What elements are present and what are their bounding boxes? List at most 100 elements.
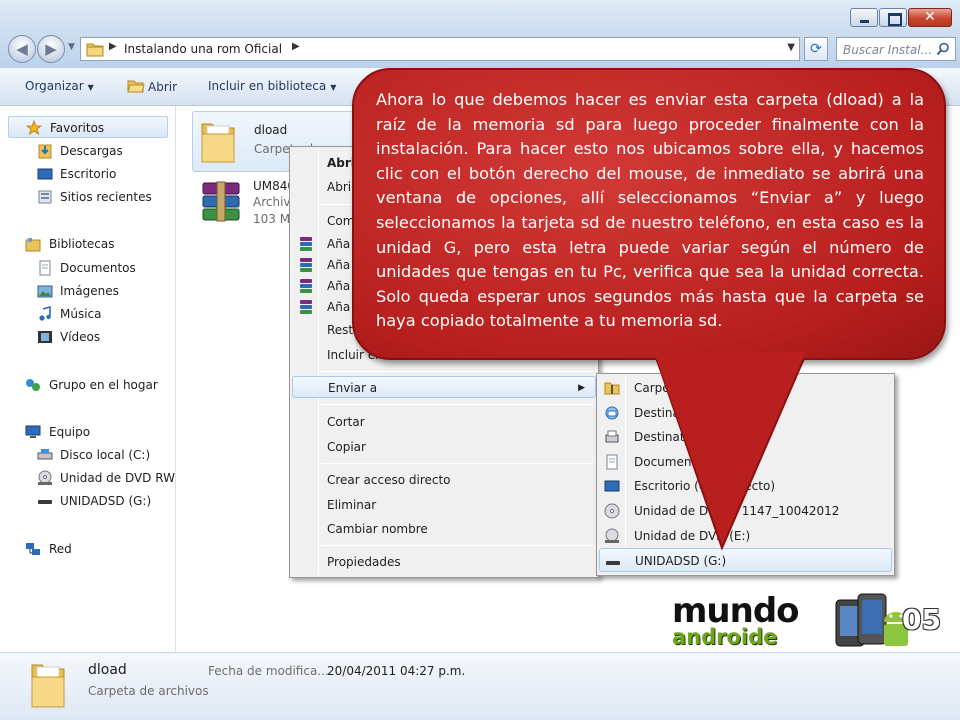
send-to-documents[interactable]: Documentos	[599, 450, 892, 474]
minimize-button[interactable]	[850, 8, 878, 27]
nav-dvd-drive[interactable]: Unidad de DVD RW (	[0, 467, 183, 489]
caption-buttons: ✕	[849, 8, 952, 27]
menu-item-send-to[interactable]: Enviar a ▶	[292, 376, 596, 398]
downloads-icon	[38, 144, 52, 159]
organize-menu[interactable]: Organizar ▼	[25, 79, 94, 93]
search-icon[interactable]	[936, 42, 950, 56]
nav-label: Documentos	[60, 261, 136, 275]
details-modified-value: 20/04/2011 04:27 p.m.	[327, 664, 466, 678]
send-to-mail-recipient[interactable]: Destinatario	[599, 401, 892, 425]
send-to-submenu: Carpeta co Destinatario Destinatario d D…	[596, 373, 895, 576]
menu-item-copy[interactable]: Copiar	[292, 436, 596, 458]
menu-item-label: Aña	[327, 279, 351, 293]
search-input[interactable]: Buscar Instal...	[836, 37, 956, 61]
open-label: Abrir	[148, 80, 178, 94]
menu-item-label: Documentos	[634, 455, 710, 469]
menu-item-label: Unidad de DVD (E:)	[634, 529, 751, 543]
folder-icon	[31, 664, 65, 708]
menu-item-cut[interactable]: Cortar	[292, 411, 596, 433]
nav-recent[interactable]: Sitios recientes	[0, 186, 176, 208]
documents-icon	[606, 454, 618, 470]
images-icon	[37, 285, 53, 298]
nav-label: Equipo	[49, 425, 91, 439]
close-button[interactable]: ✕	[908, 8, 952, 27]
menu-item-label: Aña	[327, 237, 351, 251]
nav-label: Sitios recientes	[60, 190, 152, 204]
address-dropdown-icon[interactable]: ▼	[787, 42, 795, 53]
send-to-desktop-shortcut[interactable]: Escritorio (crea directo)	[599, 474, 892, 498]
chevron-down-icon: ▼	[330, 83, 337, 92]
menu-item-label: Carpeta co	[634, 381, 700, 395]
recent-pages-dropdown[interactable]: ▼	[68, 42, 75, 52]
include-label: Incluir en biblioteca	[208, 79, 327, 93]
menu-item-label: Copiar	[327, 440, 366, 454]
winrar-icon	[299, 279, 313, 293]
nav-label: Red	[49, 542, 72, 556]
menu-item-label: Enviar a	[328, 381, 378, 395]
nav-documents[interactable]: Documentos	[0, 257, 176, 279]
nav-downloads[interactable]: Descargas	[0, 140, 176, 162]
instruction-callout: Ahora lo que debemos hacer es enviar est…	[352, 68, 946, 360]
menu-item-rename[interactable]: Cambiar nombre	[292, 518, 596, 540]
breadcrumb-separator-icon[interactable]: ▶	[292, 41, 300, 52]
send-to-dvd-drive-d[interactable]: Unidad de DVD :) 1147_10042012	[599, 499, 892, 523]
mail-icon	[605, 406, 619, 420]
address-bar[interactable]: ▶ Instalando una rom Oficial ▶ ▼	[80, 37, 800, 61]
dvd-disc-icon	[604, 503, 620, 519]
nav-images[interactable]: Imágenes	[0, 280, 176, 302]
nav-label: Descargas	[60, 144, 123, 158]
menu-item-label: Com	[327, 214, 355, 228]
include-library-menu[interactable]: Incluir en biblioteca ▼	[208, 79, 336, 93]
nav-label: Grupo en el hogar	[49, 378, 158, 392]
file-type: Archiv	[253, 195, 291, 209]
callout-text: Ahora lo que debemos hacer es enviar est…	[376, 90, 924, 331]
nav-computer[interactable]: Equipo	[0, 421, 176, 443]
send-to-compressed-folder[interactable]: Carpeta co	[599, 376, 892, 400]
nav-libraries[interactable]: Bibliotecas	[0, 233, 176, 255]
open-button[interactable]: Abrir	[127, 79, 177, 94]
menu-item-properties[interactable]: Propiedades	[292, 551, 596, 573]
refresh-button[interactable]: ⟳	[804, 37, 828, 61]
maximize-button[interactable]	[879, 8, 907, 27]
send-to-sd-drive[interactable]: UNIDADSD (G:)	[599, 548, 892, 572]
details-pane: dload Carpeta de archivos Fecha de modif…	[0, 652, 960, 720]
back-button[interactable]: ◀	[8, 35, 36, 63]
menu-item-delete[interactable]: Eliminar	[292, 494, 596, 516]
winrar-archive-icon	[202, 181, 240, 222]
logo-subtext: androide	[672, 625, 778, 649]
phones-android-logo	[835, 593, 908, 647]
folder-icon	[201, 123, 235, 163]
file-size: 103 M	[253, 212, 291, 226]
nav-videos[interactable]: Vídeos	[0, 326, 176, 348]
menu-item-label: Escritorio (crea directo)	[634, 479, 775, 493]
nav-label: Disco local (C:)	[60, 448, 151, 462]
details-item-type: Carpeta de archivos	[88, 684, 209, 698]
folder-open-icon	[127, 80, 145, 93]
documents-icon	[39, 260, 51, 276]
navigation-pane: Favoritos Descargas Escritorio Sitios re…	[0, 106, 183, 652]
send-to-dvd-drive-e[interactable]: Unidad de DVD (E:)	[599, 524, 892, 548]
dvd-drive-icon	[605, 528, 619, 543]
nav-sd-drive[interactable]: UNIDADSD (G:)	[0, 490, 176, 512]
nav-label: Vídeos	[60, 330, 101, 344]
nav-desktop[interactable]: Escritorio	[0, 163, 176, 185]
nav-local-disk[interactable]: Disco local (C:)	[0, 444, 176, 466]
breadcrumb[interactable]: Instalando una rom Oficial	[124, 42, 282, 56]
organize-label: Organizar	[25, 79, 84, 93]
homegroup-icon	[26, 379, 40, 391]
forward-button[interactable]: ▶	[37, 35, 65, 63]
nav-homegroup[interactable]: Grupo en el hogar	[0, 374, 176, 396]
menu-separator	[321, 545, 593, 546]
menu-item-label: Cortar	[327, 415, 365, 429]
nav-label: Unidad de DVD RW (	[60, 471, 184, 485]
winrar-icon	[299, 237, 313, 251]
menu-item-create-shortcut[interactable]: Crear acceso directo	[292, 469, 596, 491]
folder-icon	[86, 43, 104, 57]
breadcrumb-separator-icon[interactable]: ▶	[109, 41, 117, 52]
nav-favorites[interactable]: Favoritos	[8, 116, 168, 138]
nav-network[interactable]: Red	[0, 538, 176, 560]
nav-music[interactable]: Música	[0, 303, 176, 325]
star-icon	[26, 120, 42, 135]
nav-label: UNIDADSD (G:)	[60, 494, 152, 508]
send-to-fax-recipient[interactable]: Destinatario d	[599, 425, 892, 449]
